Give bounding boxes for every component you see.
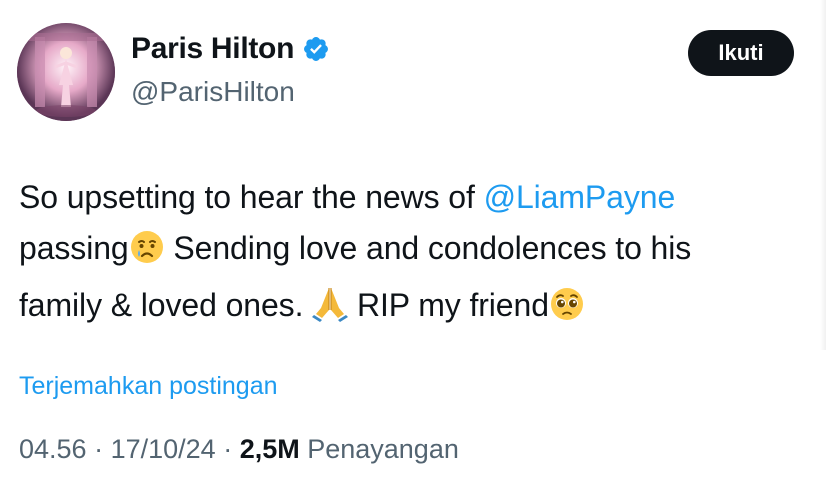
tweet-card: Paris Hilton @ParisHilton Ikuti So upset…: [0, 0, 828, 483]
avatar[interactable]: [17, 23, 115, 121]
tweet-text-part: family & loved ones.: [19, 287, 313, 323]
translate-post-link[interactable]: Terjemahkan postingan: [19, 372, 278, 401]
follow-button[interactable]: Ikuti: [688, 30, 794, 76]
crying-face-icon: [129, 229, 165, 280]
folded-hands-icon: [312, 284, 349, 337]
meta-separator: ·: [86, 434, 111, 464]
avatar-image: [17, 23, 115, 121]
pleading-face-icon: [549, 286, 585, 337]
tweet-text: So upsetting to hear the news of @LiamPa…: [19, 172, 809, 337]
tweet-date[interactable]: 17/10/24: [111, 434, 216, 465]
tweet-text-part: Sending love and condolences to his: [164, 230, 692, 266]
views-count[interactable]: 2,5M: [240, 434, 300, 465]
mention-link[interactable]: @LiamPayne: [484, 179, 676, 215]
author-name-row[interactable]: Paris Hilton: [131, 32, 330, 66]
verified-badge-icon: [302, 35, 330, 63]
tweet-meta: 04.56 · 17/10/24 · 2,5M Penayangan: [19, 434, 459, 465]
tweet-text-part: RIP my friend: [348, 287, 549, 323]
meta-separator: ·: [215, 434, 240, 464]
author-handle[interactable]: @ParisHilton: [131, 76, 295, 108]
scrollbar: [820, 0, 826, 350]
tweet-text-part: So upsetting to hear the news of: [19, 179, 484, 215]
views-label: Penayangan: [299, 434, 459, 464]
tweet-time[interactable]: 04.56: [19, 434, 87, 465]
author-name[interactable]: Paris Hilton: [131, 32, 294, 66]
tweet-text-part: passing: [19, 230, 129, 266]
